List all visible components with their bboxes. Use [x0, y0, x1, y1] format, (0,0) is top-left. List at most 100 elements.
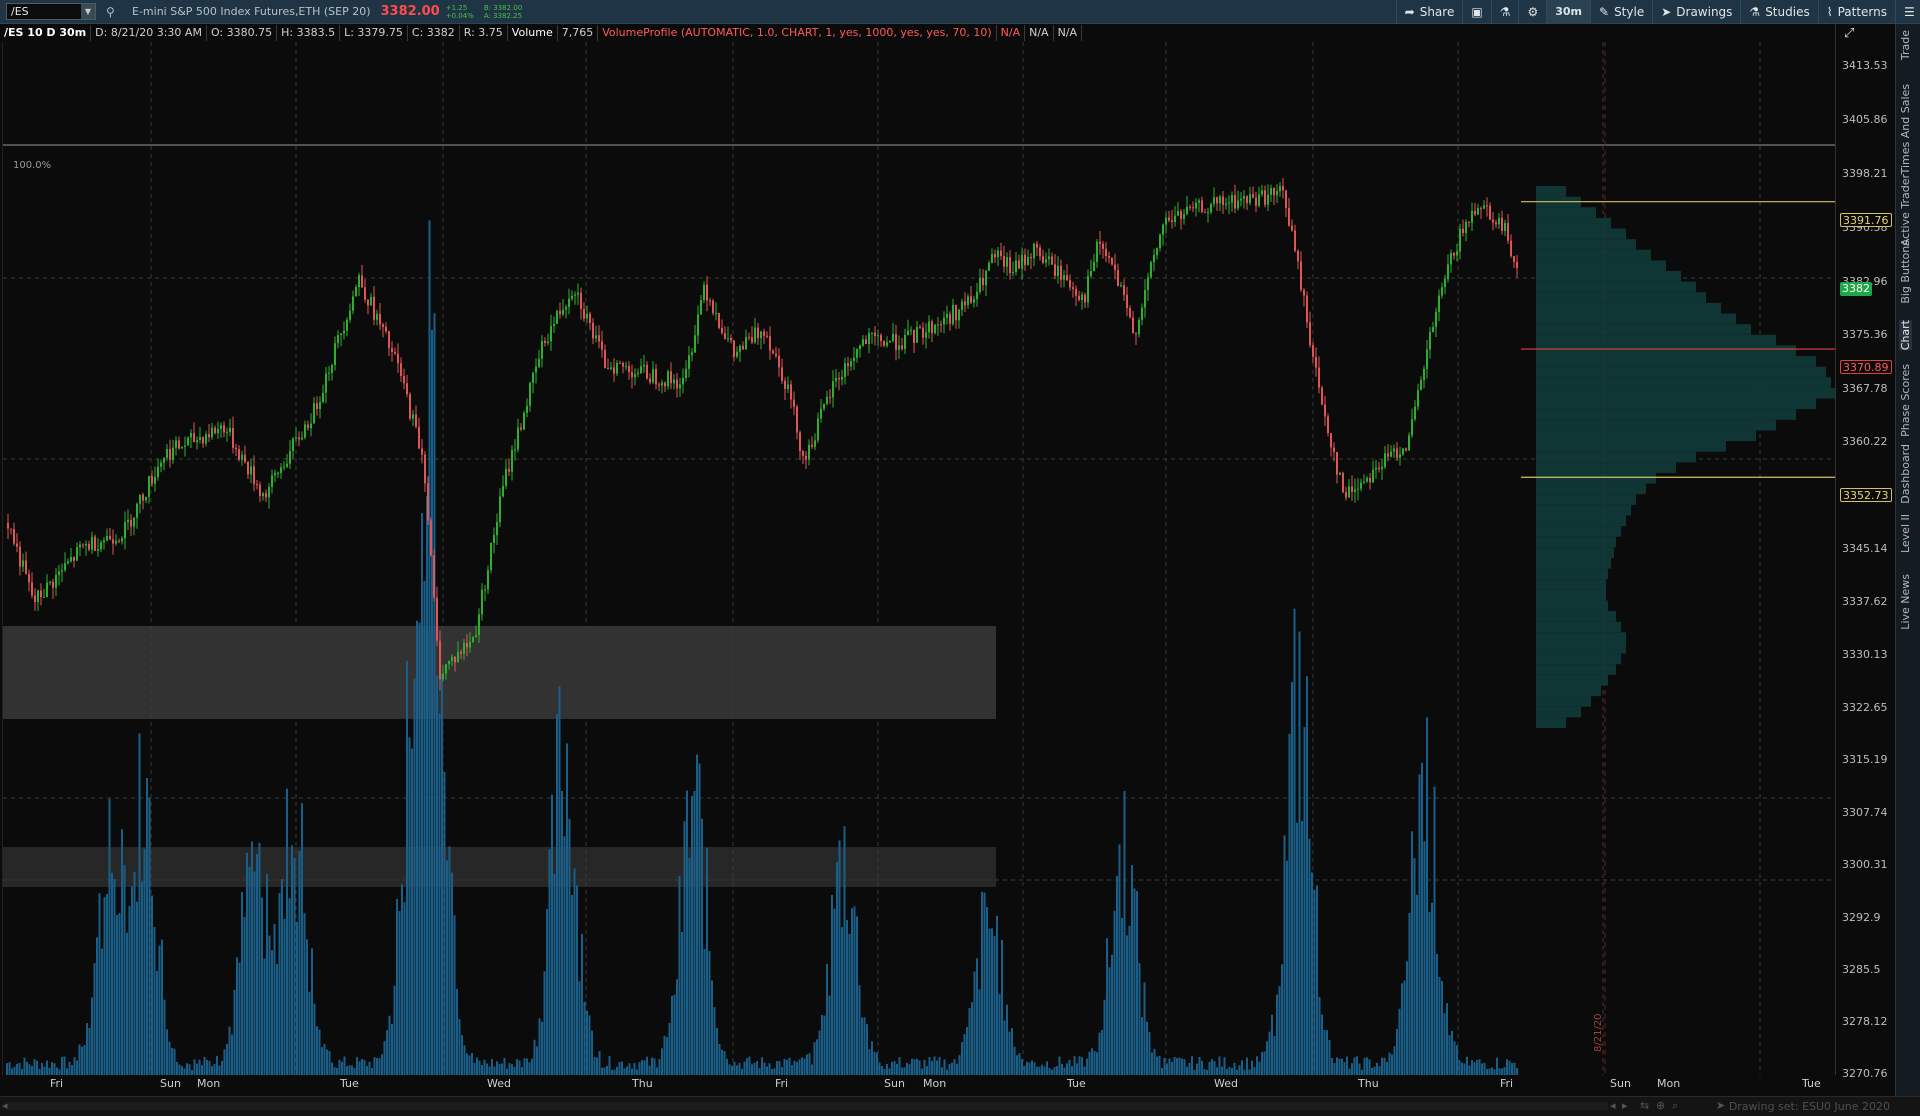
volume-bar: [236, 957, 238, 1075]
volume-bar: [451, 872, 453, 1075]
side-tab-chart[interactable]: Chart: [1899, 320, 1912, 351]
side-tab-active-trader[interactable]: Active Trader: [1899, 174, 1912, 246]
zoom-icon[interactable]: ⌕: [1672, 1099, 1678, 1113]
candle-body: [754, 327, 756, 343]
link-icon[interactable]: ⚲: [106, 5, 118, 19]
studies-button[interactable]: ⚗ Studies: [1740, 0, 1817, 23]
flask-button[interactable]: ⚗: [1490, 0, 1519, 23]
volume-bar: [531, 1058, 533, 1075]
volume-bar: [791, 1065, 793, 1075]
candle-body: [1120, 285, 1122, 287]
price-chart[interactable]: [3, 42, 1836, 1075]
candle-body: [967, 296, 969, 306]
volume-bar: [1188, 1062, 1191, 1075]
candle-body: [688, 355, 690, 369]
candle-body: [253, 466, 255, 485]
side-tab-level-ii[interactable]: Level II: [1899, 514, 1912, 553]
chart-scrollbar[interactable]: ◂ ◂ ▸ ⇆ ⊕ ⌕ ➤ Drawing set: ESU0 June 202…: [0, 1096, 1920, 1116]
volume-bar: [586, 1010, 588, 1075]
candle-body: [745, 337, 747, 350]
volume-label[interactable]: Volume: [508, 25, 558, 41]
candle-body: [316, 403, 318, 410]
candle-body: [112, 539, 114, 544]
candle-body: [742, 345, 744, 350]
style-button[interactable]: ✎ Style: [1590, 0, 1652, 23]
scroll-right-arrow-icon[interactable]: ▸: [1622, 1099, 1628, 1112]
volume-bar: [651, 1057, 653, 1075]
patterns-icon: ⌇: [1826, 4, 1833, 19]
volume-bar: [1011, 1027, 1013, 1075]
profile-bar: [1536, 186, 1566, 197]
candle-body: [304, 424, 306, 438]
candle-body: [34, 595, 36, 603]
drawing-set-label[interactable]: Drawing set: ESU0 June 2020: [1729, 1100, 1890, 1113]
candle-body: [127, 519, 129, 523]
crosshair-icon[interactable]: ⊕: [1656, 1099, 1665, 1112]
price-axis[interactable]: ⤢ 3413.533405.863398.213390.583382.96337…: [1835, 24, 1895, 1080]
volume-bar: [263, 958, 266, 1075]
candle-body: [16, 543, 18, 547]
candle-body: [82, 544, 84, 546]
volume-bar: [768, 1063, 771, 1075]
time-axis[interactable]: Fri Sun Mon Tue Wed Thu Fri Sun Mon Tue Wed Thu Fri S…: [2, 1075, 1835, 1091]
drawings-button[interactable]: ➤ Drawings: [1652, 0, 1740, 23]
pan-icon[interactable]: ⇆: [1640, 1099, 1649, 1112]
volume-bar: [1018, 1053, 1021, 1075]
draw-tool-icon[interactable]: ⤢: [1844, 26, 1854, 41]
aggregation-button[interactable]: 30m: [1546, 0, 1590, 23]
volume-bar: [1021, 1059, 1023, 1075]
screenshot-button[interactable]: ▣: [1462, 0, 1490, 23]
volume-bar: [693, 790, 696, 1075]
scroll-left-icon[interactable]: ◂: [2, 1099, 8, 1112]
side-tab-live-news[interactable]: Live News: [1899, 574, 1912, 630]
volume-profile-study[interactable]: VolumeProfile (AUTOMATIC, 1.0, CHART, 1,…: [598, 25, 997, 41]
profile-bar: [1536, 621, 1621, 633]
volume-bar: [548, 849, 551, 1075]
candle-body: [1417, 390, 1419, 407]
candle-body: [1237, 200, 1239, 209]
share-button[interactable]: ➦ Share: [1395, 0, 1463, 23]
cursor-small-icon[interactable]: ➤: [1716, 1099, 1725, 1112]
profile-bar: [1536, 207, 1596, 218]
candle-body: [1267, 194, 1269, 205]
volume-bar: [101, 948, 103, 1075]
symbol-input[interactable]: /ES ▼: [6, 3, 96, 20]
profile-bar: [1536, 271, 1681, 282]
chevron-down-icon[interactable]: ▼: [81, 4, 95, 19]
candle-body: [52, 581, 54, 588]
side-tab-trade[interactable]: Trade: [1899, 30, 1912, 60]
volume-bar: [33, 1059, 36, 1075]
candle-body: [889, 340, 891, 343]
candle-body: [433, 555, 435, 598]
volume-bar: [928, 1056, 931, 1075]
candle-body: [1333, 447, 1335, 452]
side-tab-times-and-sales[interactable]: Times And Sales: [1899, 84, 1912, 174]
patterns-button[interactable]: ⌇ Patterns: [1817, 0, 1895, 23]
volume-bar: [461, 1035, 463, 1075]
volume-bar: [716, 1028, 718, 1075]
chart-canvas[interactable]: 100.0% 8/21/20: [2, 42, 1836, 1075]
candle-body: [853, 357, 855, 362]
candle-body: [640, 366, 642, 373]
scroll-left-arrow-icon[interactable]: ◂: [1610, 1099, 1616, 1112]
menu-button[interactable]: ☰: [1895, 0, 1920, 23]
profile-bar: [1536, 356, 1816, 367]
volume-bar: [1446, 1003, 1448, 1075]
candle-body: [448, 660, 450, 665]
candle-body: [727, 337, 729, 340]
volume-bar: [1071, 1066, 1073, 1075]
candle-body: [1399, 454, 1401, 458]
chart-title[interactable]: /ES 10 D 30m: [0, 25, 92, 41]
volume-bar: [511, 1064, 513, 1075]
bar-date: D: 8/21/20 3:30 AM: [91, 25, 207, 41]
candle-body: [1093, 261, 1095, 271]
side-tab-phase-scores[interactable]: Phase Scores: [1899, 364, 1912, 437]
volume-bar: [683, 821, 686, 1075]
candle-body: [646, 364, 648, 379]
side-tab-big-buttons[interactable]: Big Buttons: [1899, 240, 1912, 304]
volume-bar: [168, 1041, 171, 1075]
settings-button[interactable]: ⚙: [1518, 0, 1546, 23]
side-tab-dashboard[interactable]: Dashboard: [1899, 444, 1912, 504]
scroll-track[interactable]: [8, 1102, 1608, 1110]
candle-body: [1201, 200, 1203, 212]
